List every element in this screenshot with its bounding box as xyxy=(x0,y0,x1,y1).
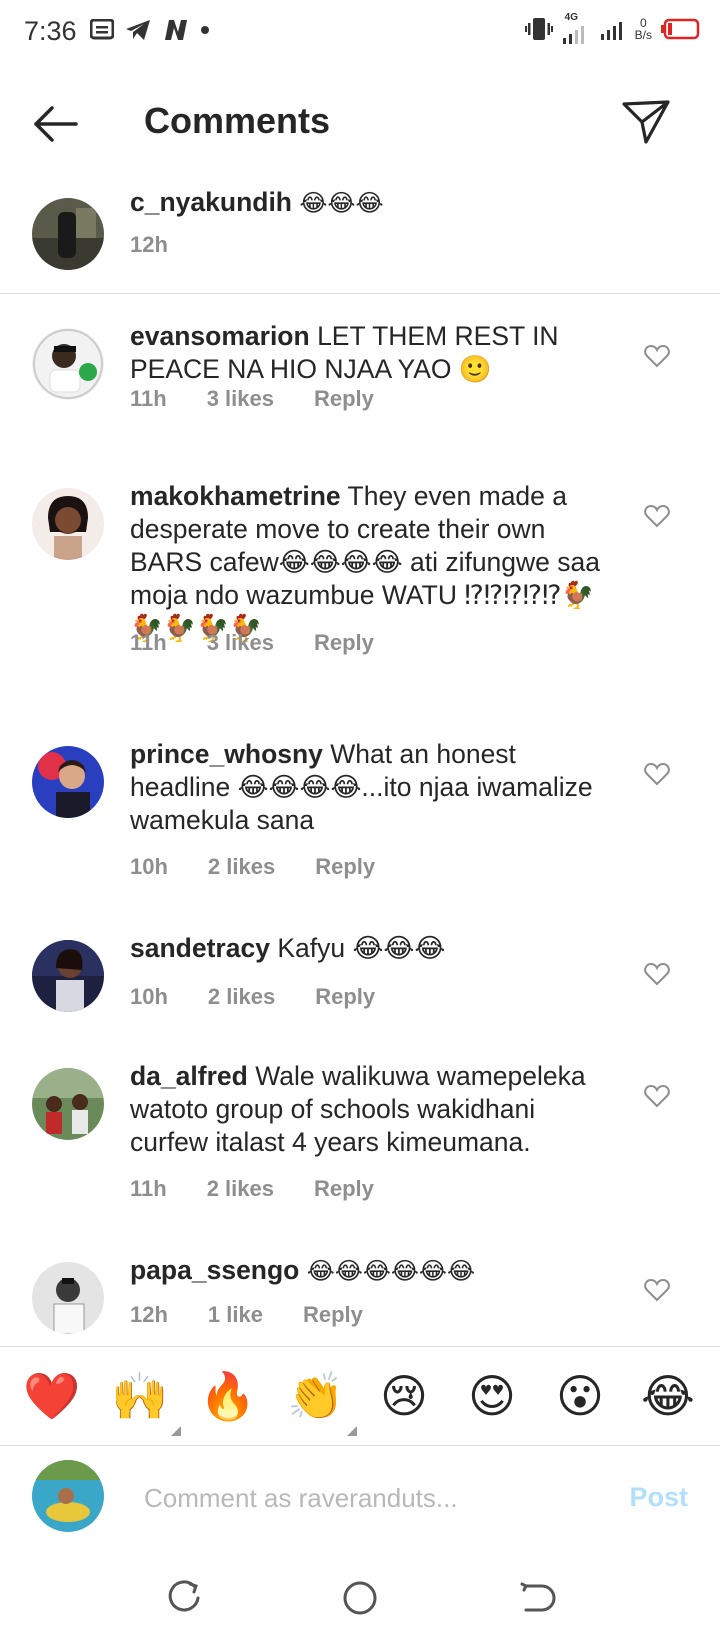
system-nav-bar xyxy=(0,1560,720,1640)
reaction-crying[interactable]: 😢 xyxy=(369,1369,439,1423)
notification-icons xyxy=(90,18,210,42)
dot-icon xyxy=(201,26,209,34)
avatar[interactable] xyxy=(32,1068,104,1140)
reply-button[interactable]: Reply xyxy=(315,984,375,1010)
reply-button[interactable]: Reply xyxy=(314,630,374,656)
heart-icon[interactable] xyxy=(644,1084,670,1108)
comment-meta: 11h 2 likes Reply xyxy=(130,1176,414,1202)
avatar[interactable] xyxy=(32,1262,104,1334)
comment-composer: Post xyxy=(0,1448,720,1548)
vibrate-icon xyxy=(524,18,553,40)
reaction-heart-eyes[interactable]: 😍 xyxy=(457,1369,527,1423)
send-icon[interactable] xyxy=(620,96,672,148)
status-bar: 7:36 4G 0 B/s xyxy=(0,0,720,66)
comment-time: 12h xyxy=(130,1302,168,1327)
skin-tone-indicator-icon xyxy=(347,1425,357,1436)
reply-button[interactable]: Reply xyxy=(303,1302,363,1328)
reply-button[interactable]: Reply xyxy=(315,854,375,880)
page-title: Comments xyxy=(144,100,331,141)
back-arrow-icon[interactable] xyxy=(30,102,80,146)
comment-username[interactable]: prince_whosny xyxy=(130,739,323,769)
telegram-icon xyxy=(126,20,150,40)
comment-username[interactable]: papa_ssengo xyxy=(130,1255,299,1285)
comment-text: sandetracy Kafyu 😂😂😂 xyxy=(130,932,620,965)
heart-icon[interactable] xyxy=(644,344,670,368)
caption-body: 😂😂😂 xyxy=(299,189,384,217)
heart-icon[interactable] xyxy=(644,1278,670,1302)
comment-text: papa_ssengo 😂😂😂😂😂😂 xyxy=(130,1254,620,1288)
comment-meta: 10h 2 likes Reply xyxy=(130,854,415,880)
comment-meta: 11h 3 likes Reply xyxy=(130,630,414,656)
reaction-laughing[interactable]: 😂 xyxy=(633,1369,703,1423)
caption-time: 12h xyxy=(130,232,168,257)
recent-apps-icon[interactable] xyxy=(164,1578,204,1618)
home-icon[interactable] xyxy=(340,1578,380,1618)
caption-username[interactable]: c_nyakundih xyxy=(130,187,292,217)
quick-reactions-bar: ❤️ 🙌 🔥 👏 😢 😍 😮 😂 xyxy=(0,1346,720,1446)
reaction-surprised[interactable]: 😮 xyxy=(545,1369,615,1423)
skin-tone-indicator-icon xyxy=(171,1425,181,1436)
comment-meta: 11h 3 likes Reply xyxy=(130,386,414,412)
back-nav-icon[interactable] xyxy=(516,1578,556,1618)
caption-meta: 12h xyxy=(130,232,208,258)
avatar[interactable] xyxy=(32,198,104,270)
avatar[interactable] xyxy=(32,488,104,560)
heart-icon[interactable] xyxy=(644,504,670,528)
reaction-heart[interactable]: ❤️ xyxy=(17,1369,87,1424)
comment-text: makokhametrine They even made a desperat… xyxy=(130,480,620,645)
post-caption: c_nyakundih 😂😂😂 12h xyxy=(0,187,720,294)
speed-unit: B/s xyxy=(634,28,652,42)
reply-button[interactable]: Reply xyxy=(314,1176,374,1202)
comment-username[interactable]: makokhametrine xyxy=(130,481,341,511)
comment-time: 10h xyxy=(130,984,168,1009)
comment-time: 11h xyxy=(130,630,167,655)
reply-button[interactable]: Reply xyxy=(314,386,374,412)
network-speed: 0 B/s xyxy=(635,17,652,41)
status-time: 7:36 xyxy=(24,16,77,46)
comment-likes[interactable]: 1 like xyxy=(208,1302,263,1328)
comment-text: da_alfred Wale walikuwa wamepeleka watot… xyxy=(130,1060,620,1159)
reaction-raising-hands[interactable]: 🙌 xyxy=(105,1368,181,1436)
comment-likes[interactable]: 2 likes xyxy=(208,854,275,880)
clapping-emoji: 👏 xyxy=(287,1368,345,1423)
current-user-avatar xyxy=(32,1460,104,1532)
comment-time: 11h xyxy=(130,1176,167,1201)
battery-icon xyxy=(661,18,700,40)
comment-input[interactable] xyxy=(144,1478,584,1518)
comment-likes[interactable]: 3 likes xyxy=(207,386,274,412)
heart-icon[interactable] xyxy=(644,762,670,786)
message-icon xyxy=(90,19,114,40)
comment-text: evansomarion LET THEM REST IN PEACE NA H… xyxy=(130,320,620,386)
avatar[interactable] xyxy=(32,940,104,1012)
comment-meta: 12h 1 like Reply xyxy=(130,1302,403,1328)
raising-hands-emoji: 🙌 xyxy=(111,1368,169,1423)
comment-meta: 10h 2 likes Reply xyxy=(130,984,415,1010)
comment-likes[interactable]: 2 likes xyxy=(207,1176,274,1202)
news-app-icon xyxy=(165,20,187,40)
signal-icon xyxy=(600,22,622,40)
comment-username[interactable]: da_alfred xyxy=(130,1061,248,1091)
comment-likes[interactable]: 2 likes xyxy=(208,984,275,1010)
comment-text: prince_whosny What an honest headline 😂😂… xyxy=(130,738,620,837)
avatar[interactable] xyxy=(32,746,104,818)
header: Comments xyxy=(0,76,720,172)
comment-time: 11h xyxy=(130,386,167,411)
signal-4g-icon: 4G xyxy=(561,12,591,44)
caption-text: c_nyakundih 😂😂😂 xyxy=(130,186,620,220)
comment-username[interactable]: evansomarion xyxy=(130,321,310,351)
reaction-fire[interactable]: 🔥 xyxy=(193,1369,263,1424)
avatar[interactable] xyxy=(32,328,104,400)
comment-username[interactable]: sandetracy xyxy=(130,933,270,963)
comment-time: 10h xyxy=(130,854,168,879)
reaction-clapping[interactable]: 👏 xyxy=(281,1368,357,1436)
comment-body: Kafyu 😂😂😂 xyxy=(277,933,446,963)
heart-icon[interactable] xyxy=(644,962,670,986)
system-icons: 4G 0 B/s xyxy=(524,12,700,44)
comment-body: 😂😂😂😂😂😂 xyxy=(306,1257,476,1285)
post-button[interactable]: Post xyxy=(629,1482,688,1513)
comment-likes[interactable]: 3 likes xyxy=(207,630,274,656)
